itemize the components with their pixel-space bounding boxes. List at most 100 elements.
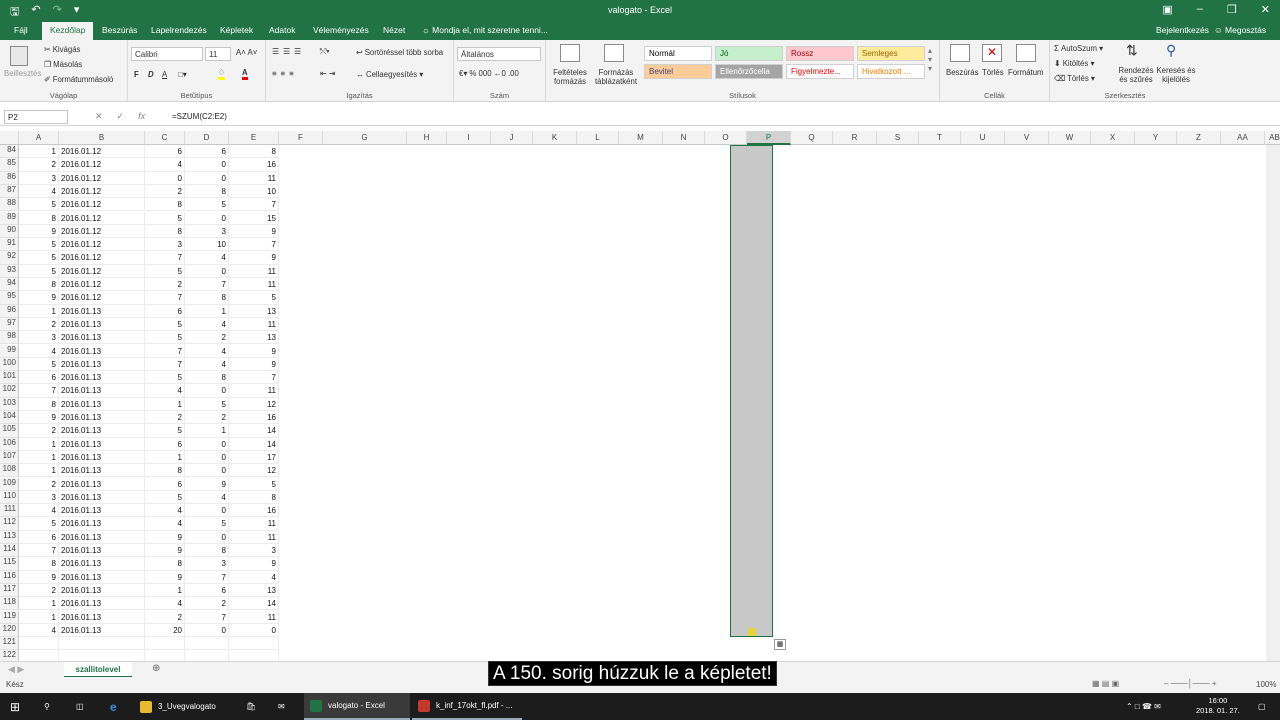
column-header[interactable]: T xyxy=(919,131,961,145)
table-cell[interactable]: 1 xyxy=(145,583,185,598)
row-header[interactable]: 100 xyxy=(0,357,19,372)
row-header[interactable]: 85 xyxy=(0,158,19,172)
table-cell[interactable]: 2016.01.12 xyxy=(59,184,145,199)
column-header[interactable]: K xyxy=(533,131,577,145)
table-cell[interactable]: 4 xyxy=(145,504,185,518)
table-cell[interactable] xyxy=(229,650,279,661)
paste-icon[interactable] xyxy=(10,46,28,66)
tab-view[interactable]: Nézet xyxy=(383,25,405,35)
table-cell[interactable]: 2016.01.12 xyxy=(59,251,145,265)
table-cell[interactable]: 8 xyxy=(145,464,185,478)
cell-style-item[interactable]: Rossz xyxy=(786,46,854,61)
conditional-format-button[interactable]: Feltételes formázás xyxy=(550,68,590,86)
column-header[interactable]: Z xyxy=(1177,131,1221,145)
table-cell[interactable]: 5 xyxy=(145,490,185,505)
table-cell[interactable] xyxy=(19,650,59,661)
row-header[interactable]: 91 xyxy=(0,238,19,252)
table-cell[interactable]: 1 xyxy=(19,304,59,318)
zoom-level[interactable]: 100% xyxy=(1256,680,1276,689)
wrap-text-button[interactable]: ↩ Sortöréssel több sorba xyxy=(356,48,443,57)
table-cell[interactable]: 2016.01.12 xyxy=(59,158,145,172)
table-cell[interactable]: 2016.01.13 xyxy=(59,477,145,491)
tab-data[interactable]: Adatok xyxy=(269,25,295,35)
table-cell[interactable]: 8 xyxy=(229,490,279,505)
table-cell[interactable]: 2016.01.13 xyxy=(59,357,145,372)
table-cell[interactable]: 11 xyxy=(229,171,279,185)
name-box[interactable]: P2 xyxy=(4,110,68,124)
table-cell[interactable]: 7 xyxy=(185,610,229,624)
column-header[interactable]: G xyxy=(323,131,407,145)
table-cell[interactable]: 6 xyxy=(19,530,59,544)
table-cell[interactable]: 3 xyxy=(145,238,185,252)
table-cell[interactable]: 0 xyxy=(185,158,229,172)
table-cell[interactable]: 9 xyxy=(145,530,185,544)
row-header[interactable]: 119 xyxy=(0,610,19,624)
table-cell[interactable]: 2016.01.13 xyxy=(59,397,145,411)
find-select-button[interactable]: Keresés és kijelölés xyxy=(1156,66,1196,84)
table-cell[interactable]: 7 xyxy=(19,544,59,558)
column-header[interactable]: X xyxy=(1091,131,1135,145)
table-cell[interactable]: 2016.01.13 xyxy=(59,411,145,425)
enter-icon[interactable]: ✓ xyxy=(117,111,125,122)
table-cell[interactable]: 1 xyxy=(19,464,59,478)
format-table-icon[interactable] xyxy=(604,44,624,62)
share-button[interactable]: ☺ Megosztás xyxy=(1214,25,1266,35)
task-view-button[interactable]: ◫ xyxy=(70,693,90,720)
table-cell[interactable]: 7 xyxy=(185,278,229,292)
table-cell[interactable]: 0 xyxy=(185,384,229,398)
table-cell[interactable]: 8 xyxy=(19,397,59,411)
table-cell[interactable]: 2016.01.13 xyxy=(59,544,145,558)
table-cell[interactable]: 11 xyxy=(229,610,279,624)
table-cell[interactable]: 16 xyxy=(229,411,279,425)
table-cell[interactable]: 8 xyxy=(185,184,229,199)
table-cell[interactable]: 2016.01.13 xyxy=(59,623,145,638)
table-cell[interactable]: 3 xyxy=(19,490,59,505)
tab-file[interactable]: Fájl xyxy=(14,25,28,35)
row-header[interactable]: 121 xyxy=(0,637,19,651)
table-cell[interactable]: 5 xyxy=(19,238,59,252)
table-cell[interactable]: 5 xyxy=(145,331,185,345)
row-header[interactable]: 84 xyxy=(0,145,19,159)
column-header[interactable]: E xyxy=(229,131,279,145)
table-cell[interactable]: 2016.01.12 xyxy=(59,198,145,212)
search-button[interactable]: ⚲ xyxy=(38,693,56,720)
row-header[interactable]: 92 xyxy=(0,251,19,265)
table-cell[interactable]: 5 xyxy=(19,357,59,372)
table-cell[interactable]: 1 xyxy=(185,304,229,318)
row-header[interactable]: 89 xyxy=(0,211,19,225)
minimize-icon[interactable]: – xyxy=(1197,3,1203,16)
row-header[interactable]: 86 xyxy=(0,171,19,185)
select-all-corner[interactable] xyxy=(0,131,19,145)
table-cell[interactable]: 2016.01.12 xyxy=(59,264,145,278)
number-format-icons[interactable]: €▾ % 000 ←0 .00 xyxy=(459,69,519,78)
table-cell[interactable]: 8 xyxy=(185,544,229,558)
row-header[interactable]: 103 xyxy=(0,397,19,411)
row-header[interactable]: 95 xyxy=(0,291,19,305)
table-cell[interactable]: 0 xyxy=(185,171,229,185)
table-cell[interactable]: 7 xyxy=(185,570,229,584)
column-header[interactable]: V xyxy=(1005,131,1049,145)
table-cell[interactable]: 14 xyxy=(229,424,279,438)
table-cell[interactable]: 2016.01.13 xyxy=(59,331,145,345)
sheet-tab[interactable]: szallitolevel xyxy=(64,662,132,678)
font-size-select[interactable]: 11 xyxy=(205,47,231,61)
table-cell[interactable] xyxy=(185,637,229,651)
table-cell[interactable]: 11 xyxy=(229,317,279,332)
table-cell[interactable] xyxy=(59,650,145,661)
table-cell[interactable]: 2 xyxy=(185,411,229,425)
table-cell[interactable]: 11 xyxy=(229,517,279,531)
row-header[interactable]: 112 xyxy=(0,517,19,531)
table-cell[interactable]: 6 xyxy=(19,371,59,385)
table-cell[interactable] xyxy=(19,637,59,651)
table-cell[interactable]: 2016.01.13 xyxy=(59,530,145,544)
column-header[interactable]: I xyxy=(447,131,491,145)
table-cell[interactable]: 2 xyxy=(145,610,185,624)
start-button[interactable]: ⊞ xyxy=(4,693,26,720)
ribbon-options-icon[interactable]: ▣ xyxy=(1162,3,1172,16)
tell-me-box[interactable]: ☼ Mondja el, mit szeretne tenni... xyxy=(422,25,548,35)
table-cell[interactable]: 2016.01.12 xyxy=(59,145,145,159)
column-header[interactable]: A xyxy=(19,131,59,145)
table-cell[interactable]: 7 xyxy=(145,357,185,372)
column-header[interactable]: B xyxy=(59,131,145,145)
table-cell[interactable]: 11 xyxy=(229,530,279,544)
